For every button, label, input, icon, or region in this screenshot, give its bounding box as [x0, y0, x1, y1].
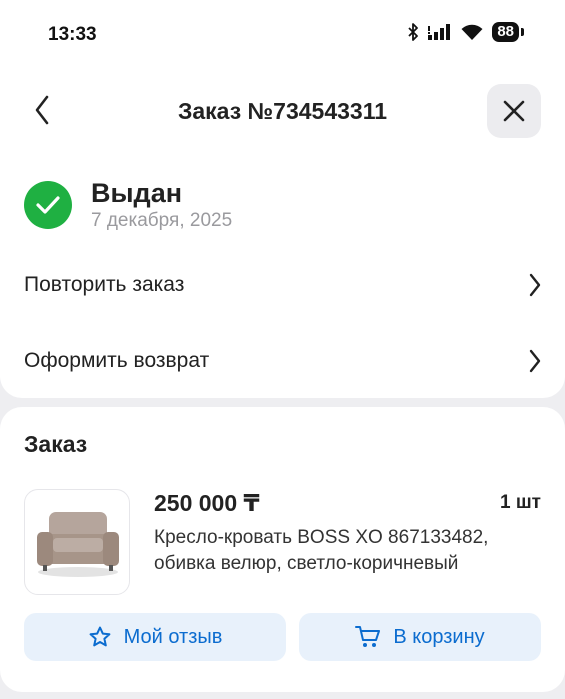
star-icon — [88, 625, 112, 649]
status-time: 13:33 — [48, 24, 97, 45]
item-name-line: обивка велюр, светло-коричневый — [154, 553, 459, 574]
return-order-row[interactable]: Оформить возврат — [24, 341, 542, 381]
item-price: 250 000 ₸ — [154, 490, 260, 516]
order-items-card: Заказ 250 000 ₸ 1 шт Кресло-кровать BOSS… — [0, 407, 565, 692]
my-review-button[interactable]: Мой отзыв — [24, 613, 286, 661]
repeat-order-row[interactable]: Повторить заказ — [24, 265, 542, 305]
status-label: Выдан — [91, 178, 183, 208]
battery-level: 88 — [497, 23, 514, 40]
bluetooth-icon — [407, 23, 419, 41]
wifi-icon — [461, 24, 483, 41]
armchair-image[interactable] — [24, 489, 130, 595]
order-header-card: 13:33 88 Заказ №734543311 Выдан 7 декабр… — [0, 0, 565, 398]
cart-icon — [355, 625, 381, 649]
page-title: Заказ №734543311 — [177, 98, 388, 124]
status-date: 7 декабря, 2025 — [91, 210, 233, 231]
section-title: Заказ — [24, 431, 88, 457]
battery-icon: 88 — [492, 22, 524, 42]
add-to-cart-button[interactable]: В корзину — [299, 613, 541, 661]
add-to-cart-label: В корзину — [393, 625, 485, 648]
chevron-right-icon — [528, 349, 542, 373]
status-icons: 88 — [407, 22, 524, 42]
check-circle-icon — [24, 181, 72, 229]
item-name[interactable]: Кресло-кровать BOSS XO 867133482, обивка… — [154, 525, 534, 577]
close-icon — [503, 100, 525, 122]
item-quantity: 1 шт — [500, 492, 541, 513]
signal-icon — [428, 24, 452, 40]
status-bar: 13:33 88 — [0, 0, 565, 70]
item-name-line: Кресло-кровать BOSS XO 867133482, — [154, 527, 489, 548]
repeat-order-label: Повторить заказ — [24, 273, 185, 296]
return-order-label: Оформить возврат — [24, 349, 210, 372]
page-header: Заказ №734543311 — [0, 80, 565, 140]
close-button[interactable] — [487, 84, 541, 138]
chevron-right-icon — [528, 273, 542, 297]
my-review-label: Мой отзыв — [123, 625, 223, 648]
